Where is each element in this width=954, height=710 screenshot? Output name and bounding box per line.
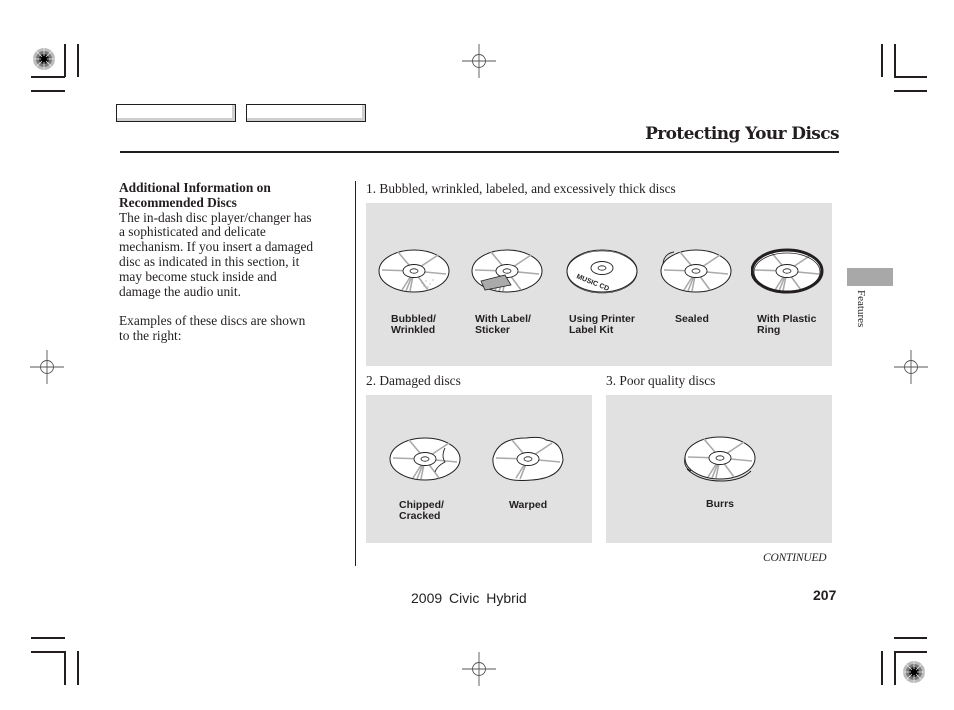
continued-label: CONTINUED	[763, 552, 827, 564]
ringed-disc-icon	[751, 248, 824, 294]
warped-disc-icon	[492, 436, 564, 481]
section-tab-label: Features	[855, 290, 867, 328]
column-divider	[355, 181, 357, 566]
nav-box-right[interactable]	[246, 104, 366, 122]
crosshair-mark-icon	[894, 350, 928, 384]
registration-target-icon	[903, 661, 925, 683]
title-rule	[120, 151, 839, 153]
section-caption-damaged: 2. Damaged discs	[366, 373, 461, 388]
crosshair-mark-icon	[30, 350, 64, 384]
disc-label-sticker: With Label/Sticker	[475, 313, 531, 336]
section-caption-bubbled: 1. Bubbled, wrinkled, labeled, and exces…	[366, 181, 676, 196]
page-number: 207	[813, 587, 837, 603]
disc-label-sealed: Sealed	[675, 313, 709, 325]
burred-disc-icon	[684, 436, 756, 482]
crosshair-mark-icon	[462, 652, 496, 686]
chipped-disc-icon	[389, 437, 461, 481]
disc-label-chipped: Chipped/Cracked	[399, 499, 444, 522]
disc-label-warped: Warped	[509, 499, 548, 511]
disc-label-bubbled: Bubbled/Wrinkled	[391, 313, 436, 336]
section-tab-marker[interactable]	[847, 268, 893, 286]
page-title: Protecting Your Discs	[645, 124, 840, 144]
registration-target-icon	[33, 48, 55, 70]
disc-label-burrs: Burrs	[706, 498, 735, 510]
note-heading: Additional Information on Recommended Dis…	[119, 180, 271, 210]
sidebar-note: Additional Information on Recommended Dis…	[119, 180, 351, 344]
disc-label-printer-kit: Using Printer Label Kit	[569, 313, 635, 336]
labeled-disc-icon	[471, 249, 543, 293]
sealed-disc-icon	[660, 249, 732, 293]
section-caption-poor-quality: 3. Poor quality discs	[606, 373, 716, 388]
note-body: The in-dash disc player/changer has a so…	[119, 209, 314, 299]
printed-label-disc-icon: MUSIC CD	[566, 249, 638, 294]
footer-model-name: 2009 Civic Hybrid	[411, 590, 527, 606]
bubbled-disc-icon	[378, 249, 450, 293]
nav-box-left[interactable]	[116, 104, 236, 122]
crosshair-mark-icon	[462, 44, 496, 78]
note-examples: Examples of these discs are shown to the…	[119, 313, 306, 344]
disc-label-plastic-ring: With Plastic Ring	[757, 313, 817, 336]
